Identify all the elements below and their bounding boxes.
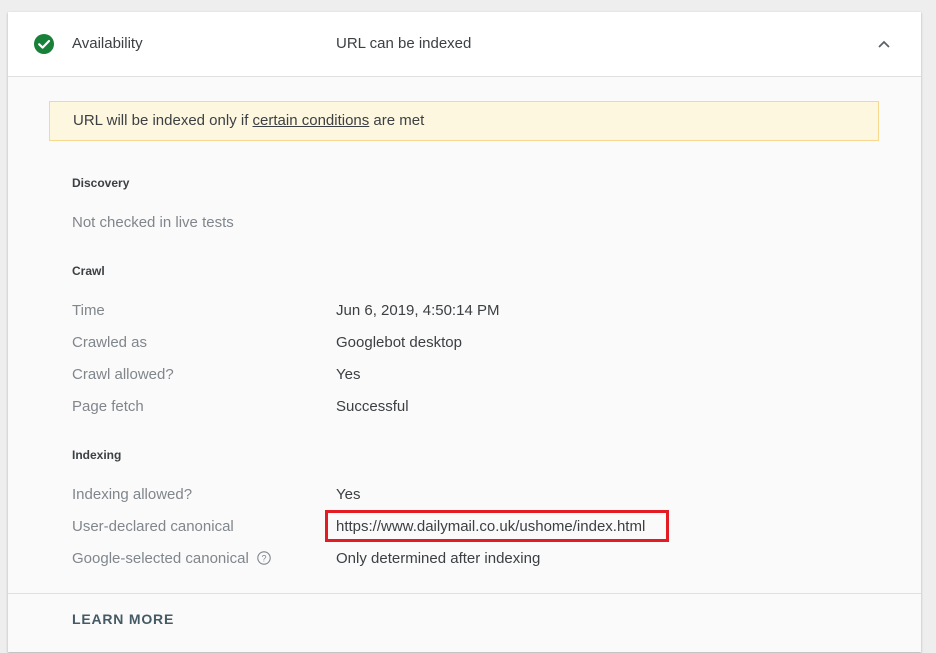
user-canonical-label: User-declared canonical bbox=[72, 518, 234, 535]
page-fetch-label: Page fetch bbox=[72, 398, 144, 415]
section-title-crawl: Crawl bbox=[72, 264, 105, 278]
availability-status: URL can be indexed bbox=[336, 35, 472, 52]
availability-card: Availability URL can be indexed URL will… bbox=[8, 12, 921, 652]
warning-prefix: URL will be indexed only if bbox=[73, 112, 253, 129]
card-footer: LEARN MORE bbox=[8, 593, 921, 653]
google-canonical-label-row: Google-selected canonical ? bbox=[72, 550, 271, 567]
section-title-indexing: Indexing bbox=[72, 448, 122, 462]
chevron-up-icon[interactable] bbox=[874, 34, 894, 54]
page-fetch-value: Successful bbox=[336, 398, 409, 415]
indexing-allowed-label: Indexing allowed? bbox=[72, 486, 193, 503]
indexing-warning-banner: URL will be indexed only if certain cond… bbox=[49, 101, 879, 141]
learn-more-link[interactable]: LEARN MORE bbox=[72, 611, 174, 627]
google-canonical-label: Google-selected canonical bbox=[72, 550, 249, 567]
check-circle-icon bbox=[34, 34, 54, 54]
certain-conditions-link[interactable]: certain conditions bbox=[253, 112, 370, 129]
google-canonical-value: Only determined after indexing bbox=[336, 550, 541, 567]
help-icon[interactable]: ? bbox=[257, 551, 271, 565]
crawl-time-value: Jun 6, 2019, 4:50:14 PM bbox=[336, 302, 500, 319]
crawl-time-label: Time bbox=[72, 302, 105, 319]
section-title-discovery: Discovery bbox=[72, 176, 130, 190]
crawled-as-label: Crawled as bbox=[72, 334, 148, 351]
indexing-allowed-value: Yes bbox=[336, 486, 361, 503]
availability-header[interactable]: Availability URL can be indexed bbox=[8, 12, 921, 77]
crawl-allowed-label: Crawl allowed? bbox=[72, 366, 174, 383]
warning-suffix: are met bbox=[369, 112, 425, 129]
discovery-note: Not checked in live tests bbox=[72, 214, 234, 231]
crawl-allowed-value: Yes bbox=[336, 366, 361, 383]
svg-text:?: ? bbox=[261, 553, 266, 563]
availability-label: Availability bbox=[72, 35, 143, 52]
crawled-as-value: Googlebot desktop bbox=[336, 334, 462, 351]
canonical-highlight-box bbox=[325, 510, 669, 542]
